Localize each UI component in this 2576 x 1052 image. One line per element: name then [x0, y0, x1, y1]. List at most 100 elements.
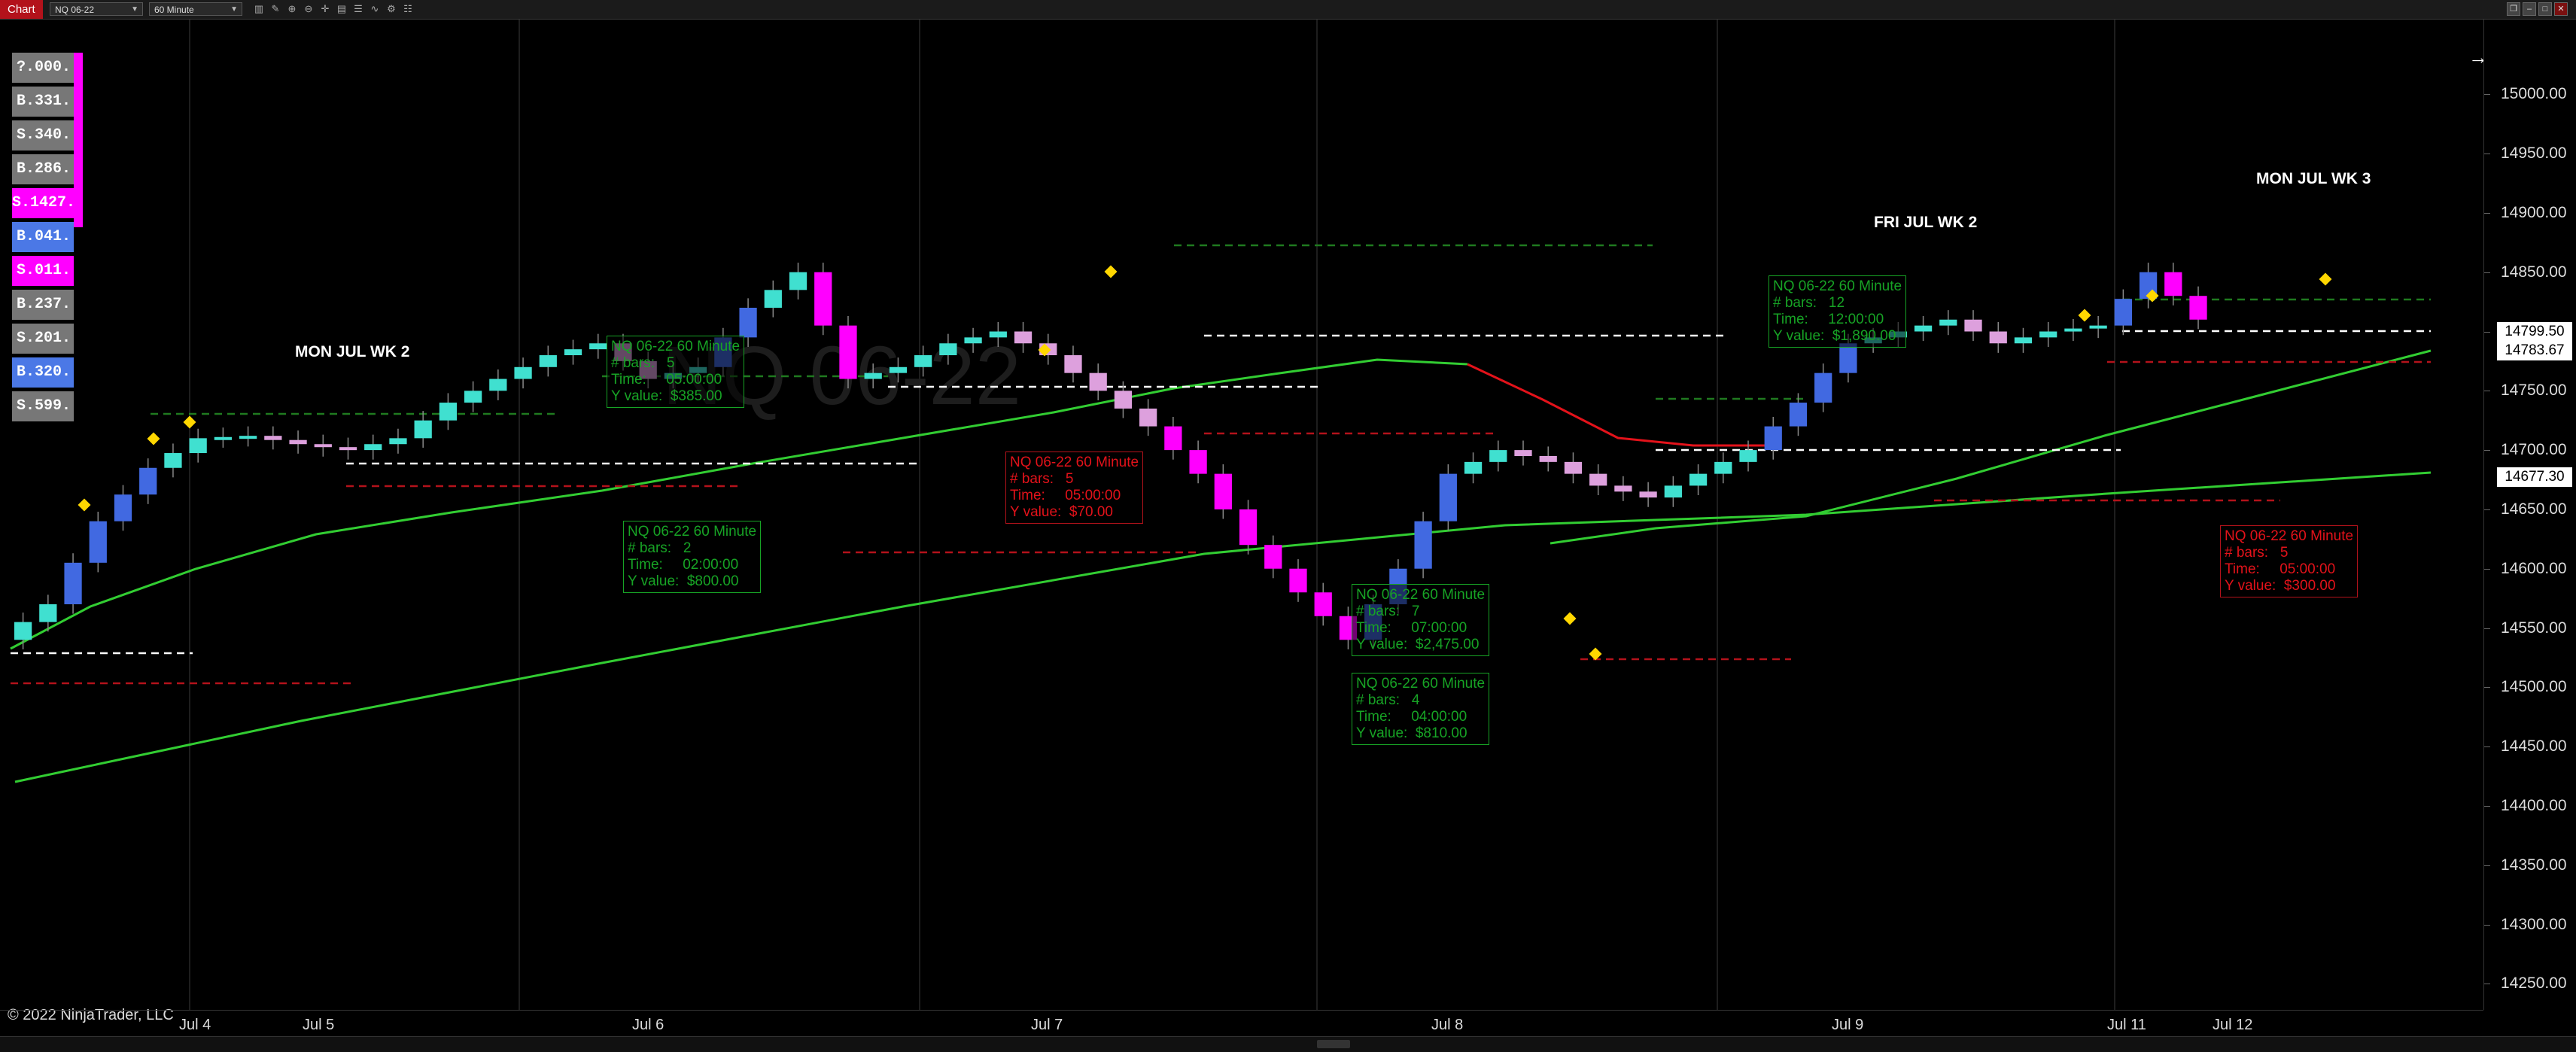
horizontal-scrollbar[interactable]	[0, 1036, 2576, 1052]
signal-diamond	[147, 432, 160, 445]
annotation-bars: # bars: 5	[1010, 471, 1074, 487]
date-tick-label: Jul 11	[2107, 1017, 2146, 1033]
order-tag[interactable]: S.011.	[12, 256, 74, 286]
annotation-bars: # bars: 4	[1356, 692, 1420, 708]
annotation-yvalue: Y value: $810.00	[1356, 725, 1467, 741]
candle-body	[1514, 450, 1532, 456]
price-tick-mark	[2484, 272, 2490, 273]
fast-moving-average-line-red	[1467, 363, 1769, 447]
candle-body	[564, 349, 582, 356]
measure-annotation[interactable]: NQ 06-22 60 Minute # bars: 7 Time: 07:00:0…	[1352, 584, 1490, 656]
date-tick-label: Jul 4	[179, 1017, 211, 1033]
price-chart[interactable]	[0, 20, 2483, 1010]
price-tick-label: 14850.00	[2501, 263, 2567, 281]
candle-body	[1564, 461, 1583, 474]
annotation-yvalue: Y value: $800.00	[628, 573, 739, 589]
bar-type-icon[interactable]: ▥	[251, 2, 266, 16]
zoom-out-icon[interactable]: ⊖	[301, 2, 316, 16]
date-tick-label: Jul 6	[632, 1017, 665, 1033]
session-label: FRI JUL WK 2	[1874, 214, 1978, 231]
annotation-time: Time: 05:00:00	[1010, 488, 1121, 503]
minimize-button[interactable]: ‒	[2523, 2, 2536, 16]
scrollbar-thumb[interactable]	[1317, 1040, 1350, 1048]
candle-body	[89, 521, 107, 563]
price-tick-mark	[2484, 212, 2490, 214]
price-flag: 14783.67	[2497, 341, 2572, 361]
candle-body	[2039, 331, 2057, 338]
annotation-yvalue: Y value: $1,890.00	[1773, 328, 1896, 344]
price-tick-label: 14700.00	[2501, 441, 2567, 459]
price-tick-mark	[2484, 746, 2490, 748]
price-tick-mark	[2484, 331, 2490, 333]
instrument-value: NQ 06-22	[55, 5, 95, 15]
date-tick-label: Jul 7	[1031, 1017, 1063, 1033]
candle-body	[1464, 461, 1483, 474]
close-button[interactable]: ✕	[2554, 2, 2568, 16]
candle-body	[2164, 272, 2182, 296]
price-tick-label: 15000.00	[2501, 85, 2567, 103]
date-tick-label: Jul 9	[1832, 1017, 1864, 1033]
price-tick-label: 14900.00	[2501, 203, 2567, 221]
templates-icon[interactable]: ☷	[400, 2, 415, 16]
price-tick-label: 14950.00	[2501, 144, 2567, 163]
candle-body	[1414, 521, 1432, 569]
candle-body	[439, 403, 458, 421]
order-tag[interactable]: ?.000.	[12, 53, 74, 83]
order-tag[interactable]: B.320.	[12, 357, 74, 388]
candle-body	[1489, 450, 1507, 462]
maximize-button[interactable]: □	[2538, 2, 2552, 16]
annotation-time: Time: 04:00:00	[1356, 709, 1467, 725]
measure-annotation[interactable]: NQ 06-22 60 Minute # bars: 4 Time: 04:00:0…	[1352, 673, 1490, 745]
instrument-selector[interactable]: NQ 06-22 ▼	[50, 2, 143, 16]
candle-body	[864, 372, 882, 379]
candle-body	[1064, 355, 1082, 373]
date-tick-label: Jul 8	[1431, 1017, 1464, 1033]
order-tag[interactable]: B.331.	[12, 87, 74, 117]
candle-body	[314, 444, 332, 448]
strategies-icon[interactable]: ⚙	[384, 2, 399, 16]
measure-annotation[interactable]: NQ 06-22 60 Minute # bars: 2 Time: 02:00:0…	[623, 521, 762, 593]
candle-body	[1639, 491, 1657, 498]
measure-annotation[interactable]: NQ 06-22 60 Minute # bars: 5 Time: 05:00:0…	[607, 336, 745, 408]
order-tag[interactable]: B.237.	[12, 290, 74, 320]
measure-annotation[interactable]: NQ 06-22 60 Minute # bars: 5 Time: 05:00:0…	[1005, 452, 1144, 524]
candle-body	[1139, 408, 1157, 427]
order-tag[interactable]: S.599.	[12, 391, 74, 421]
chart-properties-icon[interactable]: ☰	[351, 2, 366, 16]
annotation-yvalue: Y value: $2,475.00	[1356, 637, 1480, 652]
order-tag[interactable]: S.340.	[12, 120, 74, 151]
order-tag[interactable]: B.286.	[12, 154, 74, 184]
price-axis[interactable]: 15000.0014950.0014900.0014850.0014800.00…	[2483, 20, 2576, 1010]
candle-body	[1714, 461, 1732, 474]
order-tag[interactable]: S.1427.	[12, 188, 75, 218]
candle-body	[64, 562, 82, 604]
candle-body	[539, 355, 557, 367]
candle-body	[814, 272, 832, 326]
indicators-icon[interactable]: ∿	[367, 2, 382, 16]
chart-panel[interactable]: NQ 06-22 → MON JUL WK 2 FRI JUL WK 2 MON…	[0, 20, 2488, 1023]
measure-annotation[interactable]: NQ 06-22 60 Minute # bars: 5 Time: 05:00:0…	[2220, 525, 2359, 597]
measure-annotation[interactable]: NQ 06-22 60 Minute # bars: 12 Time: 12:00:…	[1769, 275, 1907, 348]
price-tick-label: 14300.00	[2501, 915, 2567, 933]
price-tick-mark	[2484, 628, 2490, 629]
candle-body	[1289, 568, 1307, 593]
data-box-icon[interactable]: ▤	[334, 2, 349, 16]
crosshair-icon[interactable]: ✛	[318, 2, 333, 16]
pencil-icon[interactable]: ✎	[268, 2, 283, 16]
price-tick-mark	[2484, 865, 2490, 866]
order-tag[interactable]: B.041.	[12, 222, 74, 252]
price-tick-label: 14600.00	[2501, 559, 2567, 577]
session-label: MON JUL WK 3	[2256, 170, 2371, 187]
zoom-in-icon[interactable]: ⊕	[284, 2, 300, 16]
chevron-down-icon: ▼	[131, 5, 138, 14]
order-tag[interactable]: S.201.	[12, 324, 74, 354]
candle-body	[214, 436, 233, 440]
interval-selector[interactable]: 60 Minute ▼	[149, 2, 242, 16]
candle-body	[1964, 319, 1982, 332]
restore-button[interactable]: ❐	[2507, 2, 2520, 16]
chart-tab[interactable]: Chart	[0, 0, 43, 19]
time-axis[interactable]: Jul 4 Jul 5 Jul 6 Jul 7 Jul 8 Jul 9 Jul 11 Jul …	[0, 1010, 2483, 1037]
price-tick-label: 14450.00	[2501, 737, 2567, 756]
date-tick-label: Jul 5	[303, 1017, 335, 1033]
price-tick-label: 14400.00	[2501, 796, 2567, 814]
